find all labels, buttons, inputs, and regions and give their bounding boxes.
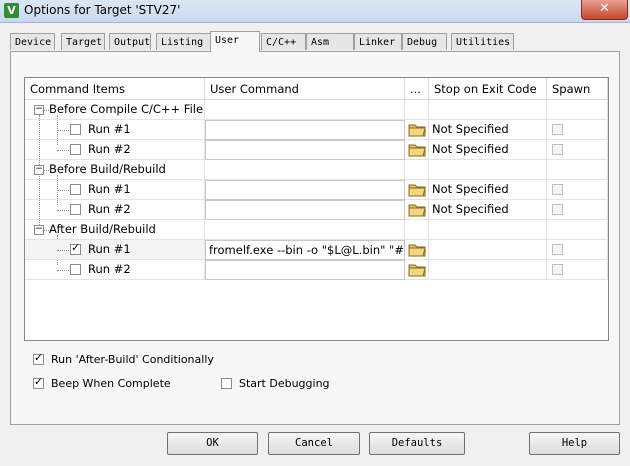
tab-user[interactable]: User [210,31,260,52]
tree-line [57,270,69,271]
tree-line [57,150,69,151]
run-label: Run #2 [88,202,131,216]
tab-listing[interactable]: Listing [156,33,211,50]
beep-when-complete-checkbox[interactable]: ✓ [33,375,44,389]
tab-device[interactable]: Device [10,33,55,50]
tree-line [57,250,69,251]
col-header-user-command[interactable]: User Command [205,78,405,100]
col-header-browse[interactable]: ... [405,78,429,100]
folder-browse-icon[interactable] [408,202,426,218]
run-row[interactable]: Not Specified Run #1 [25,120,608,140]
stop-on-exit-code[interactable]: Not Specified [429,120,547,140]
collapse-icon[interactable]: − [34,225,44,235]
run-after-build-label: Run 'After-Build' Conditionally [51,353,214,366]
col-header-command-items[interactable]: Command Items [25,78,205,100]
run-after-build-checkbox[interactable]: ✓ [33,351,44,365]
spawn-checkbox[interactable] [552,144,563,155]
close-button[interactable]: ✕ [581,0,628,20]
run-label: Run #2 [88,262,131,276]
tab-debug[interactable]: Debug [402,33,447,50]
spawn-checkbox[interactable] [552,204,563,215]
cancel-button[interactable]: Cancel [268,432,360,455]
stop-on-exit-code[interactable]: Not Specified [429,200,547,220]
group-row[interactable]: − Before Compile C/C++ File [25,100,608,120]
tree-line [57,190,69,191]
col-header-stop-on-exit[interactable]: Stop on Exit Code [429,78,547,100]
run-row[interactable]: Not Specified Run #2 [25,140,608,160]
stop-on-exit-code[interactable] [429,240,547,260]
checkmark-icon: ✓ [34,375,44,388]
run-checkbox[interactable] [70,204,81,215]
folder-browse-icon[interactable] [408,262,426,278]
group-row[interactable]: − After Build/Rebuild [25,220,608,240]
run-row[interactable]: fromelf.exe --bin -o "$L@L.bin" "#... ✓ Ru… [25,240,608,260]
user-command-input[interactable] [205,180,405,200]
app-logo-icon: V [4,3,19,18]
run-label: Run #1 [88,122,131,136]
ok-button[interactable]: OK [167,432,258,455]
run-checkbox[interactable] [70,144,81,155]
spawn-checkbox[interactable] [552,184,563,195]
user-command-grid: Command Items User Command ... Stop on E… [24,77,609,341]
tab-c-cpp[interactable]: C/C++ [261,33,306,50]
run-row[interactable]: Not Specified Run #2 [25,200,608,220]
run-checkbox[interactable] [70,124,81,135]
group-row[interactable]: − Before Build/Rebuild [25,160,608,180]
spawn-checkbox[interactable] [552,264,563,275]
group-label: Before Compile C/C++ File [49,102,204,116]
tab-strip: Device Target Output Listing User C/C++ … [10,31,620,52]
tree-line [57,130,69,131]
spawn-checkbox[interactable] [552,124,563,135]
run-label: Run #2 [88,142,131,156]
window-title: Options for Target 'STV27' [24,3,181,17]
tab-target[interactable]: Target [61,33,105,50]
start-debugging-checkbox[interactable] [221,378,232,389]
user-command-input[interactable] [205,260,405,280]
group-label: After Build/Rebuild [49,222,156,236]
tree-line [57,210,69,211]
folder-browse-icon[interactable] [408,122,426,138]
user-command-input[interactable] [205,140,405,160]
folder-browse-icon[interactable] [408,142,426,158]
run-label: Run #1 [88,242,131,256]
stop-on-exit-code[interactable]: Not Specified [429,180,547,200]
user-command-input[interactable] [205,200,405,220]
title-bar: V Options for Target 'STV27' ✕ [0,0,630,23]
run-label: Run #1 [88,182,131,196]
stop-on-exit-code[interactable]: Not Specified [429,140,547,160]
defaults-button[interactable]: Defaults [369,432,465,455]
checkmark-icon: ✓ [71,241,81,254]
tab-linker[interactable]: Linker [354,33,402,50]
checkmark-icon: ✓ [34,351,44,364]
collapse-icon[interactable]: − [34,105,44,115]
help-button[interactable]: Help [529,432,620,455]
stop-on-exit-code[interactable] [429,260,547,280]
spawn-checkbox[interactable] [552,244,563,255]
user-command-input[interactable]: fromelf.exe --bin -o "$L@L.bin" "#... [205,240,405,260]
run-checkbox[interactable] [70,184,81,195]
beep-when-complete-label: Beep When Complete [51,377,171,390]
folder-browse-icon[interactable] [408,242,426,258]
group-label: Before Build/Rebuild [49,162,166,176]
collapse-icon[interactable]: − [34,165,44,175]
tab-asm[interactable]: Asm [306,33,354,50]
run-row[interactable]: Run #2 [25,260,608,280]
run-row[interactable]: Not Specified Run #1 [25,180,608,200]
run-checkbox[interactable]: ✓ [70,241,81,255]
run-checkbox[interactable] [70,264,81,275]
start-debugging-label: Start Debugging [239,377,330,390]
tab-utilities[interactable]: Utilities [451,33,514,50]
user-command-input[interactable] [205,120,405,140]
tab-output[interactable]: Output [109,33,151,50]
folder-browse-icon[interactable] [408,182,426,198]
col-header-spawn[interactable]: Spawn [547,78,608,100]
